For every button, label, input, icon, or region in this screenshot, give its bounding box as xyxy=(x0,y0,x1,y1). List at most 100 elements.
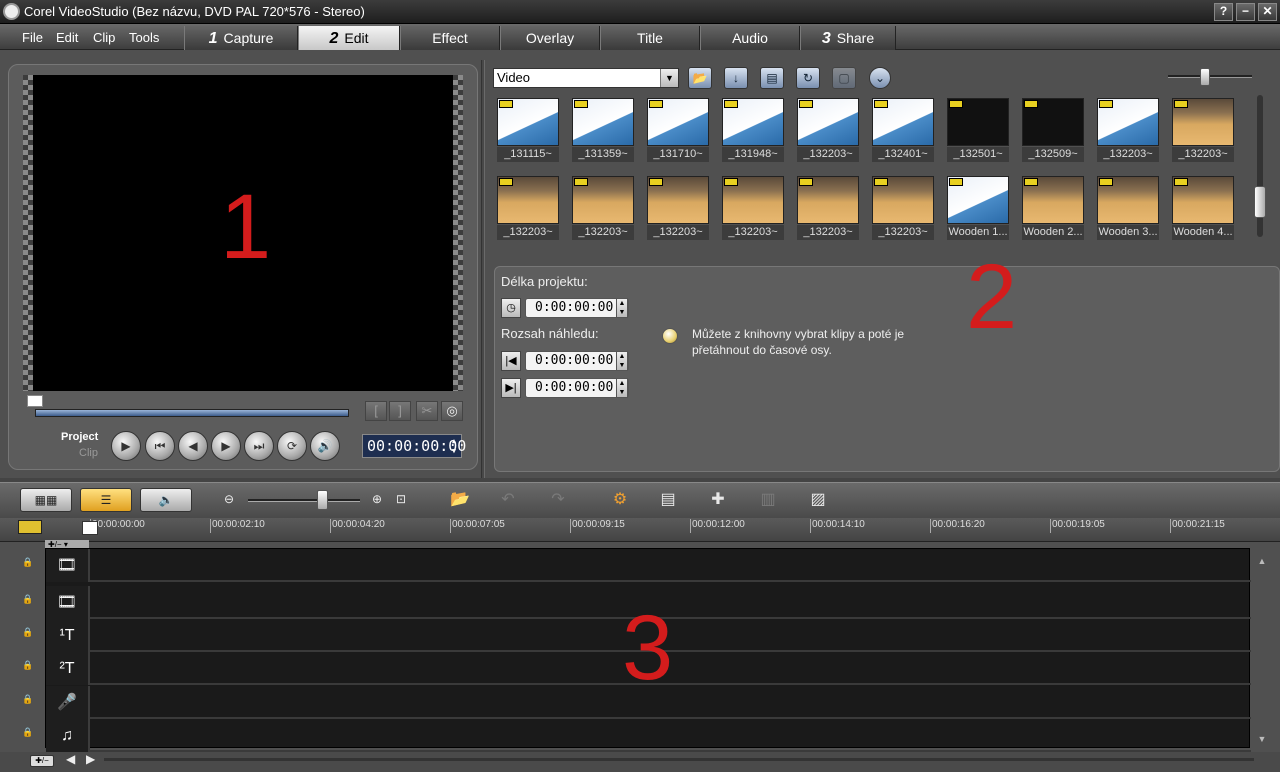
prev-frame-button[interactable]: ◀ xyxy=(178,431,208,461)
volume-button[interactable]: 🔊 xyxy=(310,431,340,461)
add-track-button[interactable]: ✚/− xyxy=(30,755,54,767)
snapshot-icon[interactable]: ◎ xyxy=(441,401,463,421)
spin-control[interactable]: ▲ ▼ xyxy=(616,351,628,371)
slider-thumb[interactable] xyxy=(1200,68,1210,86)
timeline-view-button[interactable]: ☰ xyxy=(80,488,132,512)
zoom-out-icon[interactable]: ⊖ xyxy=(224,492,234,506)
library-clip[interactable]: _132203~ xyxy=(797,176,859,240)
scrub-bar[interactable] xyxy=(35,409,349,417)
menu-tools[interactable]: Tools xyxy=(129,30,159,45)
nav-right-icon[interactable]: ▶ xyxy=(86,752,95,766)
batch-convert-icon[interactable]: ▤ xyxy=(654,488,682,512)
library-clip[interactable]: _132509~ xyxy=(1022,98,1084,162)
tab-effect[interactable]: Effect xyxy=(400,26,500,50)
lock-icon[interactable]: 🔒 xyxy=(22,594,34,606)
library-clip[interactable]: Wooden 1... xyxy=(947,176,1009,240)
folder-icon[interactable]: 📂 xyxy=(688,67,712,89)
library-clip[interactable]: _132203~ xyxy=(1097,98,1159,162)
list-view-icon[interactable]: ▤ xyxy=(760,67,784,89)
track-music-icon[interactable]: ♫ xyxy=(46,719,90,752)
vertical-splitter[interactable] xyxy=(481,60,485,478)
storyboard-view-button[interactable]: ▦▦ xyxy=(20,488,72,512)
scroll-down-icon[interactable]: ▼ xyxy=(1257,734,1267,744)
track-title2-icon[interactable]: ²T xyxy=(46,652,90,685)
zoom-in-icon[interactable]: ⊕ xyxy=(372,492,382,506)
library-clip[interactable]: Wooden 4... xyxy=(1172,176,1234,240)
chapter-point-icon[interactable]: ▨ xyxy=(804,488,832,512)
track-video-icon[interactable]: 🎞 xyxy=(46,549,90,582)
mark-in-button[interactable]: [ xyxy=(365,401,387,421)
scroll-up-icon[interactable]: ▲ xyxy=(1257,556,1267,566)
mark-out-button[interactable]: ] xyxy=(389,401,411,421)
track-music[interactable]: ♫ xyxy=(46,719,1251,752)
menu-edit[interactable]: Edit xyxy=(56,30,78,45)
audio-view-button[interactable]: 🔈 xyxy=(140,488,192,512)
spin-control[interactable]: ▲ ▼ xyxy=(616,298,628,318)
library-clip[interactable]: Wooden 2... xyxy=(1022,176,1084,240)
preview-timecode[interactable]: 00:00:00:00 ▲ ▼ xyxy=(362,434,466,458)
spin-up-icon[interactable]: ▲ xyxy=(449,436,459,446)
spin-control[interactable]: ▲ ▼ xyxy=(616,378,628,398)
library-clip[interactable]: _132203~ xyxy=(797,98,859,162)
menu-clip[interactable]: Clip xyxy=(93,30,115,45)
tab-audio[interactable]: Audio xyxy=(700,26,800,50)
lock-icon[interactable]: 🔒 xyxy=(22,727,34,739)
menu-file[interactable]: File xyxy=(22,30,43,45)
project-length-field[interactable]: 0:00:00:00 xyxy=(525,298,629,318)
timeline-vscroll[interactable]: ▲ ▼ xyxy=(1257,552,1267,748)
tab-share[interactable]: 3 Share xyxy=(800,26,896,50)
library-clip[interactable]: _131948~ xyxy=(722,98,784,162)
library-clip[interactable]: Wooden 3... xyxy=(1097,176,1159,240)
next-frame-button[interactable]: ▶ xyxy=(211,431,241,461)
tab-title[interactable]: Title xyxy=(600,26,700,50)
library-clip[interactable]: _132203~ xyxy=(647,176,709,240)
spin-down-icon[interactable]: ▼ xyxy=(449,446,459,456)
spin-up-icon[interactable]: ▲ xyxy=(619,353,626,360)
library-clip[interactable]: _131359~ xyxy=(572,98,634,162)
library-clip[interactable]: _131115~ xyxy=(497,98,559,162)
range-start-field[interactable]: 0:00:00:00 xyxy=(525,351,629,371)
library-clip[interactable]: _132203~ xyxy=(497,176,559,240)
repeat-button[interactable]: ⟳ xyxy=(277,431,307,461)
sort-icon[interactable]: ↓ xyxy=(724,67,748,89)
library-clip[interactable]: _132203~ xyxy=(572,176,634,240)
range-end-field[interactable]: 0:00:00:00 xyxy=(525,378,629,398)
project-mode-label[interactable]: Project xyxy=(61,431,98,443)
track-title1-icon[interactable]: ¹T xyxy=(46,619,90,652)
track-voice-icon[interactable]: 🎤 xyxy=(46,686,90,719)
tab-overlay[interactable]: Overlay xyxy=(500,26,600,50)
tab-capture[interactable]: 1 Capture xyxy=(184,26,298,50)
slider-thumb[interactable] xyxy=(317,490,328,510)
import-folder-icon[interactable]: 📂 xyxy=(446,488,474,512)
playhead-icon[interactable] xyxy=(82,521,98,535)
library-clip[interactable]: _132203~ xyxy=(1172,98,1234,162)
trim-marker-icon[interactable] xyxy=(27,395,43,407)
library-scroll-thumb[interactable] xyxy=(1254,186,1266,218)
library-clip[interactable]: _132203~ xyxy=(872,176,934,240)
tab-edit[interactable]: 2 Edit xyxy=(298,26,400,50)
library-clip[interactable]: _132401~ xyxy=(872,98,934,162)
refresh-icon[interactable]: ↻ xyxy=(796,67,820,89)
spin-down-icon[interactable]: ▼ xyxy=(619,309,626,316)
timeline-hscroll[interactable] xyxy=(104,758,1254,761)
nav-left-icon[interactable]: ◀ xyxy=(66,752,75,766)
track-manager-icon[interactable]: ✚ xyxy=(704,488,732,512)
project-view-icon[interactable] xyxy=(18,520,42,534)
lock-icon[interactable]: 🔒 xyxy=(22,660,34,672)
cut-icon[interactable]: ✂ xyxy=(416,401,438,421)
lock-icon[interactable]: 🔒 xyxy=(22,694,34,706)
library-category-select[interactable]: Video ▼ xyxy=(493,68,679,88)
track-video[interactable]: 🎞 xyxy=(46,549,1251,582)
clip-mode-label[interactable]: Clip xyxy=(79,447,98,459)
spin-down-icon[interactable]: ▼ xyxy=(619,389,626,396)
expand-icon[interactable]: ⌄ xyxy=(869,67,891,89)
spin-up-icon[interactable]: ▲ xyxy=(619,300,626,307)
thumbnail-size-slider[interactable] xyxy=(1168,75,1252,78)
help-button[interactable]: ? xyxy=(1214,3,1233,21)
track-overlay-icon[interactable]: 🎞 xyxy=(46,586,90,619)
lock-icon[interactable]: 🔒 xyxy=(22,627,34,639)
lock-icon[interactable]: 🔒 xyxy=(22,557,34,569)
minimize-button[interactable]: − xyxy=(1236,3,1255,21)
smart-proxy-icon[interactable]: ⚙ xyxy=(606,488,634,512)
library-clip[interactable]: _132501~ xyxy=(947,98,1009,162)
